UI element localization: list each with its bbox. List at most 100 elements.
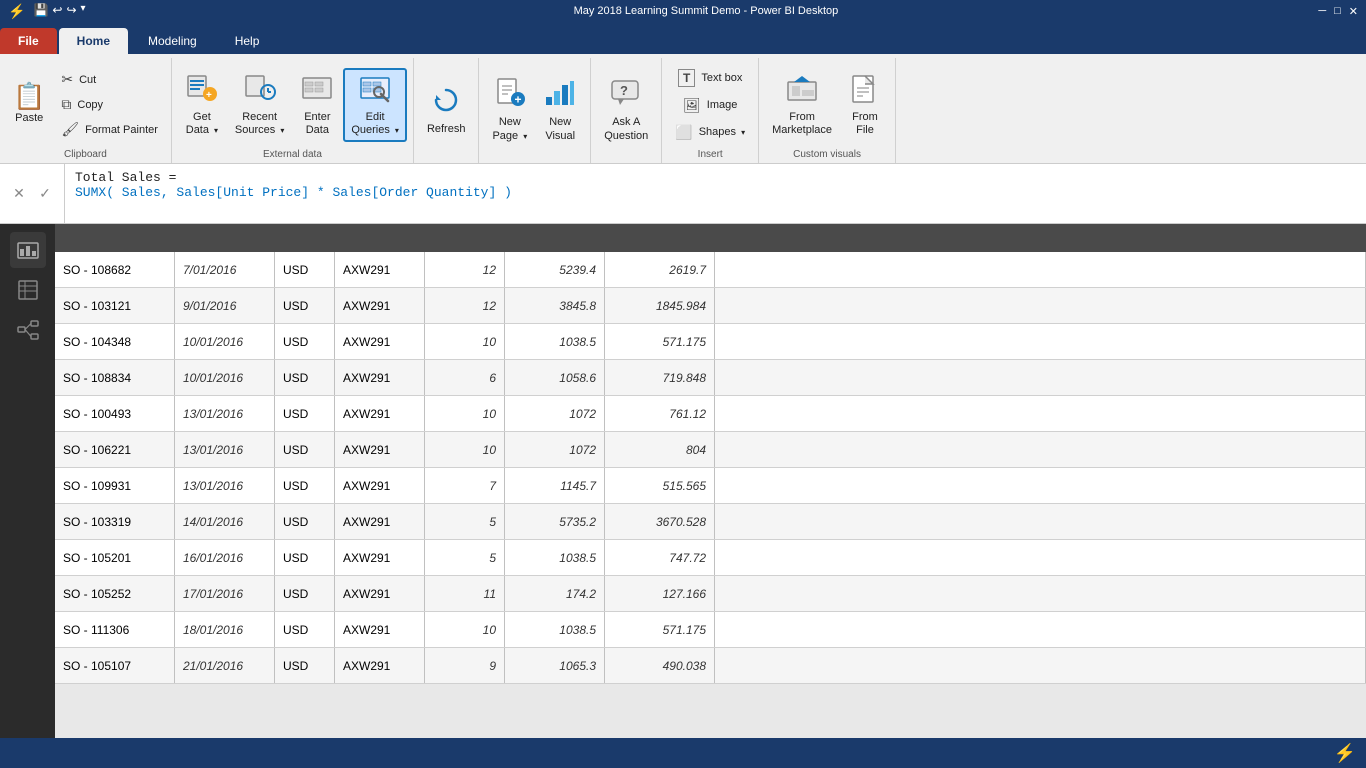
- custom-visuals-buttons: FromMarketplace FromFile: [765, 60, 889, 149]
- window-controls: ─ □ ✕: [1318, 5, 1358, 18]
- new-visual-button[interactable]: NewVisual: [536, 73, 584, 147]
- app-logo-icon: ⚡: [8, 3, 25, 20]
- from-file-button[interactable]: FromFile: [841, 68, 889, 142]
- cell-extra: [715, 504, 1366, 539]
- get-data-button[interactable]: + GetData ▾: [178, 68, 226, 142]
- table-row[interactable]: SO - 111306 18/01/2016 USD AXW291 10 103…: [55, 612, 1366, 648]
- ribbon-group-custom-visuals: FromMarketplace FromFile Custom visuals: [759, 58, 896, 163]
- sidebar-icon-report[interactable]: [10, 232, 46, 268]
- insert-group-label: Insert: [698, 149, 723, 163]
- undo-icon[interactable]: ↩: [52, 3, 62, 20]
- cell-so: SO - 103319: [55, 504, 175, 539]
- cell-date: 13/01/2016: [175, 468, 275, 503]
- paste-icon: 📋: [13, 83, 45, 109]
- cell-code: AXW291: [335, 648, 425, 683]
- recent-sources-icon: [244, 72, 276, 108]
- cell-val2: 490.038: [605, 648, 715, 683]
- svg-text:?: ?: [620, 83, 628, 98]
- image-label: Image: [707, 99, 738, 111]
- tab-file[interactable]: File: [0, 28, 57, 54]
- paste-button[interactable]: 📋 Paste: [6, 68, 52, 142]
- table-row[interactable]: SO - 104348 10/01/2016 USD AXW291 10 103…: [55, 324, 1366, 360]
- format-painter-button[interactable]: 🖌 Format Painter: [54, 118, 165, 141]
- cell-val1: 1038.5: [505, 612, 605, 647]
- cell-date: 13/01/2016: [175, 396, 275, 431]
- title-bar-icons: ⚡ 💾 ↩ ↪ ▾: [8, 3, 86, 20]
- formula-confirm-button[interactable]: ✓: [34, 183, 56, 205]
- cell-qty: 6: [425, 360, 505, 395]
- tab-home[interactable]: Home: [59, 28, 128, 54]
- cell-curr: USD: [275, 324, 335, 359]
- shapes-button[interactable]: ⬜ Shapes ▾: [668, 121, 752, 144]
- cell-date: 10/01/2016: [175, 360, 275, 395]
- cell-date: 13/01/2016: [175, 432, 275, 467]
- refresh-icon: [430, 84, 462, 120]
- ribbon-group-pages: + NewPage ▾ NewVisual: [479, 58, 591, 163]
- svg-text:+: +: [206, 90, 212, 101]
- cell-code: AXW291: [335, 396, 425, 431]
- cell-so: SO - 108834: [55, 360, 175, 395]
- ribbon-tabs: File Home Modeling Help: [0, 22, 1366, 54]
- table-row[interactable]: SO - 105107 21/01/2016 USD AXW291 9 1065…: [55, 648, 1366, 684]
- copy-button[interactable]: ⧉ Copy: [54, 93, 165, 116]
- cell-val1: 5239.4: [505, 252, 605, 287]
- cell-code: AXW291: [335, 288, 425, 323]
- table-row[interactable]: SO - 105252 17/01/2016 USD AXW291 11 174…: [55, 576, 1366, 612]
- formula-cancel-button[interactable]: ✕: [8, 183, 30, 205]
- edit-queries-button[interactable]: EditQueries ▾: [343, 68, 407, 142]
- cell-curr: USD: [275, 252, 335, 287]
- enter-data-button[interactable]: EnterData: [293, 68, 341, 142]
- new-page-button[interactable]: + NewPage ▾: [485, 73, 534, 147]
- cell-val2: 2619.7: [605, 252, 715, 287]
- formula-line2: SUMX( Sales, Sales[Unit Price] * Sales[O…: [75, 185, 1356, 200]
- ribbon-group-ai: ? Ask AQuestion: [591, 58, 662, 163]
- table-row[interactable]: SO - 106221 13/01/2016 USD AXW291 10 107…: [55, 432, 1366, 468]
- table-row[interactable]: SO - 105201 16/01/2016 USD AXW291 5 1038…: [55, 540, 1366, 576]
- cell-qty: 9: [425, 648, 505, 683]
- shapes-icon: ⬜: [675, 124, 692, 141]
- cell-code: AXW291: [335, 252, 425, 287]
- text-box-button[interactable]: T Text box: [671, 66, 749, 90]
- sidebar-icon-data[interactable]: [10, 272, 46, 308]
- cell-extra: [715, 576, 1366, 611]
- cell-val2: 761.12: [605, 396, 715, 431]
- table-row[interactable]: SO - 109931 13/01/2016 USD AXW291 7 1145…: [55, 468, 1366, 504]
- table-row[interactable]: SO - 108834 10/01/2016 USD AXW291 6 1058…: [55, 360, 1366, 396]
- status-bar: ⚡: [0, 738, 1366, 768]
- cell-extra: [715, 360, 1366, 395]
- cell-curr: USD: [275, 648, 335, 683]
- table-row[interactable]: SO - 108682 7/01/2016 USD AXW291 12 5239…: [55, 252, 1366, 288]
- from-marketplace-button[interactable]: FromMarketplace: [765, 68, 839, 142]
- dropdown-icon[interactable]: ▾: [81, 3, 86, 20]
- image-icon: 🖼: [683, 97, 701, 114]
- table-row[interactable]: SO - 100493 13/01/2016 USD AXW291 10 107…: [55, 396, 1366, 432]
- table-column-headers: [55, 224, 1366, 252]
- minimize-icon[interactable]: ─: [1318, 5, 1326, 18]
- format-painter-label: Format Painter: [85, 124, 158, 136]
- ask-question-button[interactable]: ? Ask AQuestion: [597, 73, 655, 147]
- cell-code: AXW291: [335, 612, 425, 647]
- image-button[interactable]: 🖼 Image: [676, 94, 744, 117]
- sidebar-icon-model[interactable]: [10, 312, 46, 348]
- table-row[interactable]: SO - 103319 14/01/2016 USD AXW291 5 5735…: [55, 504, 1366, 540]
- recent-sources-button[interactable]: RecentSources ▾: [228, 68, 291, 142]
- tab-modeling[interactable]: Modeling: [130, 28, 215, 54]
- cell-so: SO - 103121: [55, 288, 175, 323]
- formula-content[interactable]: Total Sales = SUMX( Sales, Sales[Unit Pr…: [65, 164, 1366, 223]
- redo-icon[interactable]: ↪: [66, 3, 76, 20]
- from-marketplace-icon: [786, 72, 818, 108]
- save-icon[interactable]: 💾: [33, 3, 48, 20]
- cell-extra: [715, 324, 1366, 359]
- refresh-button[interactable]: Refresh: [420, 73, 473, 147]
- cell-curr: USD: [275, 432, 335, 467]
- cell-so: SO - 105201: [55, 540, 175, 575]
- cut-button[interactable]: ✂ Cut: [54, 68, 165, 91]
- cell-so: SO - 109931: [55, 468, 175, 503]
- cell-val1: 3845.8: [505, 288, 605, 323]
- table-row[interactable]: SO - 103121 9/01/2016 USD AXW291 12 3845…: [55, 288, 1366, 324]
- maximize-icon[interactable]: □: [1334, 5, 1341, 18]
- close-icon[interactable]: ✕: [1349, 5, 1358, 18]
- cell-code: AXW291: [335, 468, 425, 503]
- cell-val1: 1072: [505, 432, 605, 467]
- tab-help[interactable]: Help: [217, 28, 278, 54]
